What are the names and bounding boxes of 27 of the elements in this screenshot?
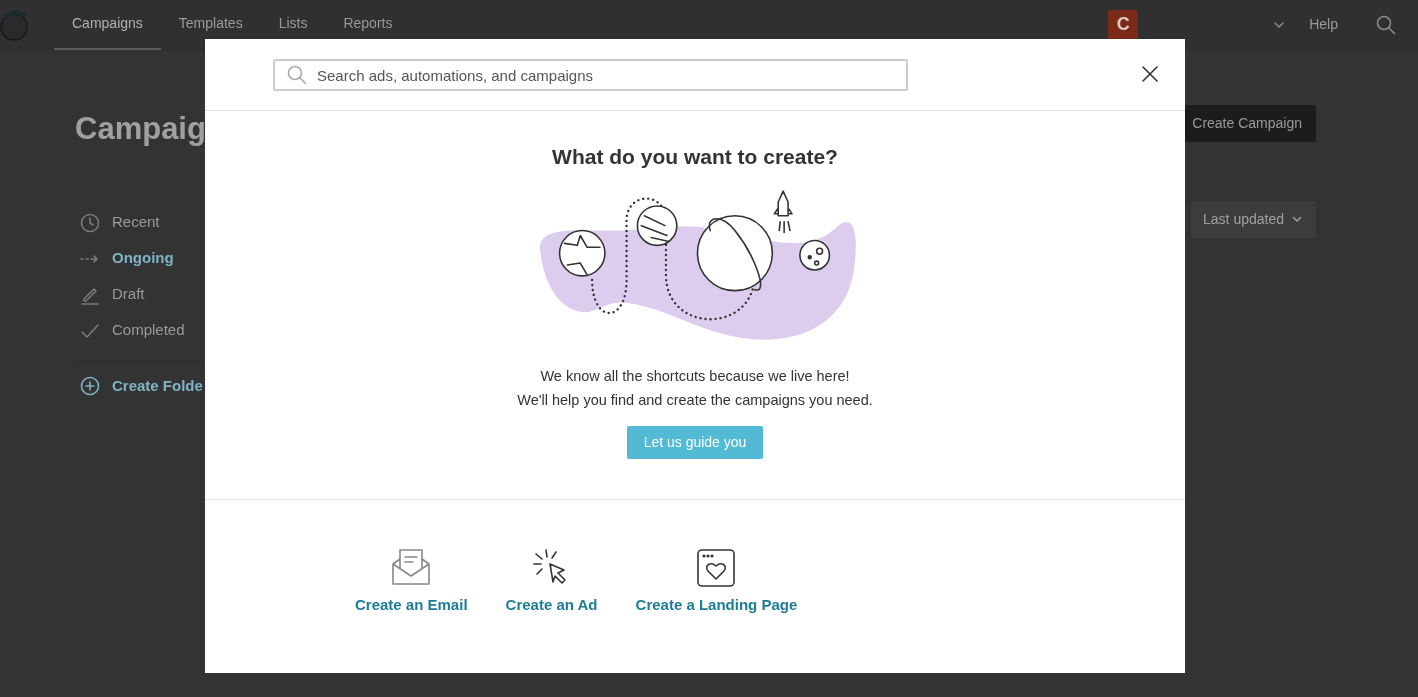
filter-item[interactable]: Completed [80, 312, 206, 349]
close-icon [1141, 65, 1159, 83]
filter-item[interactable]: Ongoing [80, 240, 206, 277]
dialog-heading: What do you want to create? [552, 144, 838, 170]
help-link[interactable]: Help [1309, 14, 1338, 35]
search-field[interactable]: Search ads, automations, and campaigns [273, 59, 908, 91]
close-button[interactable] [1141, 65, 1159, 83]
create-option-link[interactable]: Create an Email [355, 548, 468, 617]
plus-icon [80, 375, 100, 396]
email-icon [391, 548, 432, 588]
chevron-icon [1292, 216, 1302, 223]
message-text: We'll help you find and create the campaigns you need. [517, 390, 873, 410]
search-icon [287, 65, 307, 85]
avatar[interactable]: C [1108, 9, 1139, 40]
create-option-link[interactable]: Create an Ad [505, 548, 598, 617]
page-title: Campaig [75, 110, 206, 148]
search-icon [1376, 15, 1396, 36]
nav-tab[interactable]: Campaigns [54, 0, 161, 50]
filter-item[interactable]: Recent [80, 204, 206, 241]
filter-item[interactable]: Draft [80, 276, 206, 313]
chevron-icon [1273, 20, 1286, 29]
message-text: We know all the shortcuts because we live here! [540, 366, 850, 386]
sort-dropdown[interactable]: Last updated [1191, 201, 1316, 238]
heart-page-icon [696, 548, 737, 588]
clock-icon [80, 212, 100, 233]
create-option-link[interactable]: Create a Landing Page [635, 548, 798, 617]
create-folder-link[interactable]: Create Folde [80, 374, 206, 397]
